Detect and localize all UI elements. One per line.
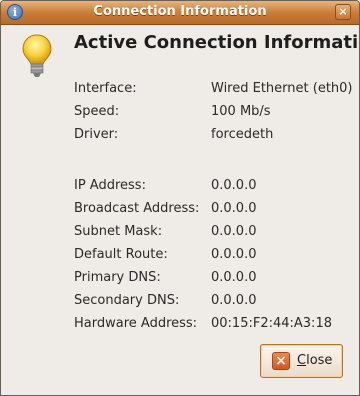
interface-label: Interface: bbox=[74, 81, 137, 96]
window-title: Connection Information bbox=[93, 4, 267, 19]
page-title: Active Connection Information bbox=[74, 32, 360, 53]
subnet-mask-label: Subnet Mask: bbox=[74, 224, 163, 239]
primary-dns-label: Primary DNS: bbox=[74, 270, 161, 285]
dialog-window: i Connection Information × Active Connec… bbox=[0, 0, 360, 396]
titlebar[interactable]: i Connection Information × bbox=[1, 1, 359, 25]
hardware-address-value: 00:15:F2:44:A3:18 bbox=[211, 316, 332, 331]
close-label-rest: lose bbox=[306, 353, 333, 368]
default-route-label: Default Route: bbox=[74, 247, 168, 262]
speed-label: Speed: bbox=[74, 104, 120, 119]
broadcast-address-value: 0.0.0.0 bbox=[211, 201, 257, 216]
driver-value: forcedeth bbox=[211, 127, 274, 142]
speed-value: 100 Mb/s bbox=[211, 104, 271, 119]
driver-label: Driver: bbox=[74, 127, 119, 142]
secondary-dns-value: 0.0.0.0 bbox=[211, 293, 257, 308]
close-button-label: Close bbox=[297, 353, 332, 368]
hardware-address-label: Hardware Address: bbox=[74, 316, 198, 331]
subnet-mask-value: 0.0.0.0 bbox=[211, 224, 257, 239]
primary-dns-value: 0.0.0.0 bbox=[211, 270, 257, 285]
close-button[interactable]: × Close bbox=[260, 344, 343, 378]
close-icon: × bbox=[272, 352, 290, 370]
close-mnemonic: C bbox=[297, 353, 307, 368]
secondary-dns-label: Secondary DNS: bbox=[74, 293, 180, 308]
window-close-button[interactable]: × bbox=[335, 4, 351, 20]
default-route-value: 0.0.0.0 bbox=[211, 247, 257, 262]
interface-value: Wired Ethernet (eth0) bbox=[211, 81, 353, 96]
lightbulb-icon bbox=[22, 34, 52, 77]
ip-address-label: IP Address: bbox=[74, 178, 146, 193]
ip-address-value: 0.0.0.0 bbox=[211, 178, 257, 193]
broadcast-address-label: Broadcast Address: bbox=[74, 201, 200, 216]
